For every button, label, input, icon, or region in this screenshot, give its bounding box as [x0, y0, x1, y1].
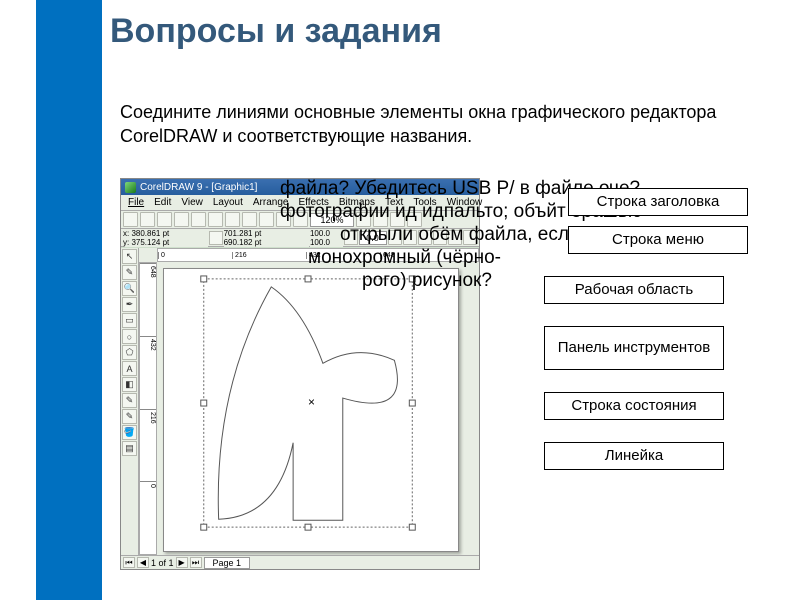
tool-rect[interactable]: ▭ — [122, 313, 137, 328]
btn-paste[interactable] — [225, 212, 240, 227]
page-prev[interactable]: ◀ — [137, 557, 149, 568]
intro-text: Соедините линиями основные элементы окна… — [120, 100, 760, 149]
accent-bar — [36, 0, 102, 600]
tool-interactive[interactable]: ▤ — [122, 441, 137, 456]
btn-undo[interactable] — [242, 212, 257, 227]
tool-ellipse[interactable]: ○ — [122, 329, 137, 344]
tool-outline[interactable]: ✎ — [122, 409, 137, 424]
drawing: × — [164, 269, 458, 551]
btn-copy[interactable] — [208, 212, 223, 227]
work-area: 0 216 432 648 648 432 216 0 — [139, 248, 479, 555]
label-workarea[interactable]: Рабочая область — [544, 276, 724, 304]
tool-zoom[interactable]: 🔍 — [122, 281, 137, 296]
body-area: ↖ ✎ 🔍 ✒ ▭ ○ ⬠ A ◧ ✎ ✎ 🪣 ▤ 0 216 432 648 … — [121, 248, 479, 555]
label-toolpanel[interactable]: Панель инструментов — [544, 326, 724, 370]
toolbox[interactable]: ↖ ✎ 🔍 ✒ ▭ ○ ⬠ A ◧ ✎ ✎ 🪣 ▤ — [121, 248, 139, 555]
page-last[interactable]: ⏭ — [190, 557, 202, 568]
tool-shape[interactable]: ✎ — [122, 265, 137, 280]
menu-view[interactable]: View — [176, 197, 208, 208]
btn-redo[interactable] — [259, 212, 274, 227]
label-menubar[interactable]: Строка меню — [568, 226, 748, 254]
tool-eyedrop[interactable]: ✎ — [122, 393, 137, 408]
tool-fill[interactable]: 🪣 — [122, 425, 137, 440]
tool-fill-int[interactable]: ◧ — [122, 377, 137, 392]
page-next[interactable]: ▶ — [176, 557, 188, 568]
overlay-text-5: рого) рисунок? — [362, 270, 492, 292]
page-first[interactable]: ⏮ — [123, 557, 135, 568]
btn-open[interactable] — [140, 212, 155, 227]
page-tab[interactable]: Page 1 — [204, 557, 251, 569]
tool-freehand[interactable]: ✒ — [122, 297, 137, 312]
svg-text:×: × — [308, 395, 315, 409]
vertical-ruler[interactable]: 648 432 216 0 — [139, 262, 157, 555]
menu-layout[interactable]: Layout — [208, 197, 248, 208]
coord-pct: 100.0100.0 — [310, 229, 343, 247]
page-counter: 1 of 1 — [151, 558, 174, 568]
btn-cut[interactable] — [191, 212, 206, 227]
tool-text[interactable]: A — [122, 361, 137, 376]
app-icon — [125, 182, 136, 193]
label-ruler[interactable]: Линейка — [544, 442, 724, 470]
page-navigator[interactable]: ⏮ ◀ 1 of 1 ▶ ⏭ Page 1 — [121, 555, 479, 569]
label-titlebar[interactable]: Строка заголовка — [568, 188, 748, 216]
menu-file[interactable]: File — [123, 197, 149, 208]
btn-new[interactable] — [123, 212, 138, 227]
spin-icon[interactable] — [209, 231, 222, 245]
coord-xy: x: 380.861 pty: 375.124 pt — [123, 229, 208, 247]
page-title: Вопросы и задания — [110, 12, 442, 51]
btn-print[interactable] — [174, 212, 189, 227]
coord-wh: 701.281 pt690.182 pt — [224, 229, 309, 247]
menu-edit[interactable]: Edit — [149, 197, 176, 208]
overlay-text-4: монохромный (чёрно- — [308, 247, 501, 269]
window-title: CorelDRAW 9 - [Graphic1] — [140, 182, 257, 193]
tool-polygon[interactable]: ⬠ — [122, 345, 137, 360]
tool-pick[interactable]: ↖ — [122, 249, 137, 264]
btn-save[interactable] — [157, 212, 172, 227]
label-statusbar[interactable]: Строка состояния — [544, 392, 724, 420]
canvas[interactable]: × — [163, 268, 459, 552]
